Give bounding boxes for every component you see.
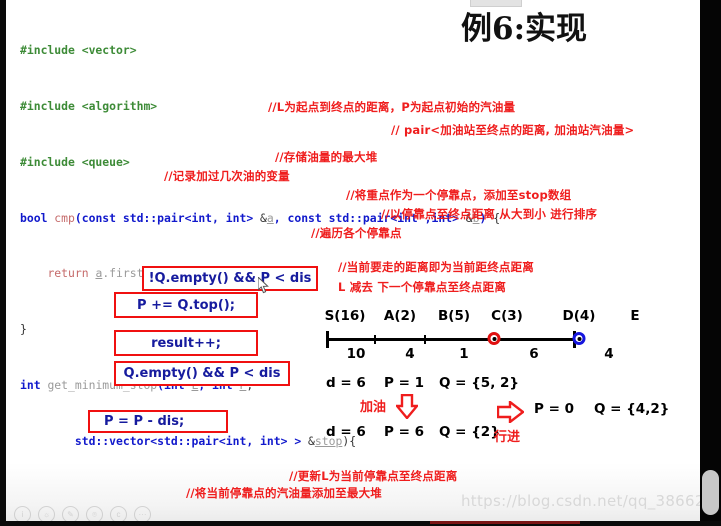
label-refuel: 加油 [360, 400, 387, 415]
state-after-p: P = 6 [384, 424, 424, 440]
segment-length-3: 1 [459, 346, 469, 362]
right-letterbox [700, 0, 721, 526]
arrow-right-icon [497, 401, 524, 423]
annotation-add-fuel: //将当前停靠点的汽油量添加至最大堆 [186, 486, 382, 500]
annotation-current-dist: //当前要走的距离即为当前距终点距离 [338, 260, 534, 274]
annotation-pair: // pair<加油站至终点的距离, 加油站汽油量> [391, 123, 635, 137]
point-label-C: C(3) [491, 308, 523, 324]
point-label-B: B(5) [437, 308, 471, 324]
point-label-D: D(4) [562, 308, 596, 324]
state-moved-p: P = 0 [534, 401, 574, 417]
point-label-E: E [630, 308, 640, 324]
state-before-p: P = 1 [384, 375, 424, 391]
bottom-letterbox [0, 521, 721, 526]
highlight-result-increment: result++; [114, 330, 258, 356]
state-after-q: Q = {2} [439, 424, 500, 440]
point-label-A: A(2) [383, 308, 417, 324]
video-frame: #include <vector> #include <algorithm> #… [0, 0, 721, 526]
axis-left-cap [326, 331, 329, 348]
segment-length-5: 4 [604, 346, 614, 362]
axis-tick [374, 335, 376, 344]
segment-length-4: 6 [529, 346, 539, 362]
highlight-while-condition: !Q.empty() && P < dis [142, 266, 318, 291]
segment-length-1: 10 [346, 346, 366, 362]
code-line: #include <vector> [20, 43, 137, 58]
presentation-slide: #include <vector> #include <algorithm> #… [6, 0, 721, 526]
scroll-thumb[interactable] [702, 470, 719, 515]
axis-tick [424, 335, 426, 344]
segment-length-2: 4 [405, 346, 415, 362]
state-before-d: d = 6 [326, 375, 366, 391]
highlight-p-plus-top: P += Q.top(); [114, 292, 258, 318]
label-advance: 行进 [494, 430, 521, 445]
page-title: 例6:实现 [461, 11, 588, 47]
annotation-push-back: //将重点作为一个停靠点，添加至stop数组 [346, 188, 572, 202]
annotation-result: //记录加过几次油的变量 [164, 169, 290, 183]
annotation-sort: //以停靠点至终点距离 从大到小 进行排序 [381, 207, 598, 221]
watermark: https://blog.csdn.net/qq_38662930 [461, 492, 721, 510]
mouse-cursor [257, 275, 270, 294]
marker-dot-C [487, 332, 501, 345]
marker-dot-D [572, 332, 586, 345]
highlight-if-condition: Q.empty() && P < dis [114, 361, 290, 386]
highlight-p-minus-dis: P = P - dis; [88, 410, 228, 433]
annotation-update-L: //更新L为当前停靠点至终点距离 [289, 469, 458, 483]
annotation-loop: //遍历各个停靠点 [311, 226, 402, 240]
left-letterbox [0, 0, 6, 526]
annotation-heap: //存储油量的最大堆 [275, 150, 378, 164]
state-moved-q: Q = {4,2} [594, 401, 670, 417]
annotation-L-P: //L为起点到终点的距离，P为起点初始的汽油量 [268, 100, 516, 114]
state-after-d: d = 6 [326, 424, 366, 440]
number-line-axis [326, 338, 576, 341]
state-before-q: Q = {5, 2} [439, 375, 520, 391]
annotation-subtract: L 减去 下一个停靠点至终点距离 [338, 280, 507, 294]
progress-bar[interactable] [430, 521, 580, 524]
number-line-diagram: S(16) A(2) B(5) C(3) D(4) E 10 4 1 6 4 d… [294, 302, 694, 452]
point-label-S: S(16) [324, 308, 366, 324]
